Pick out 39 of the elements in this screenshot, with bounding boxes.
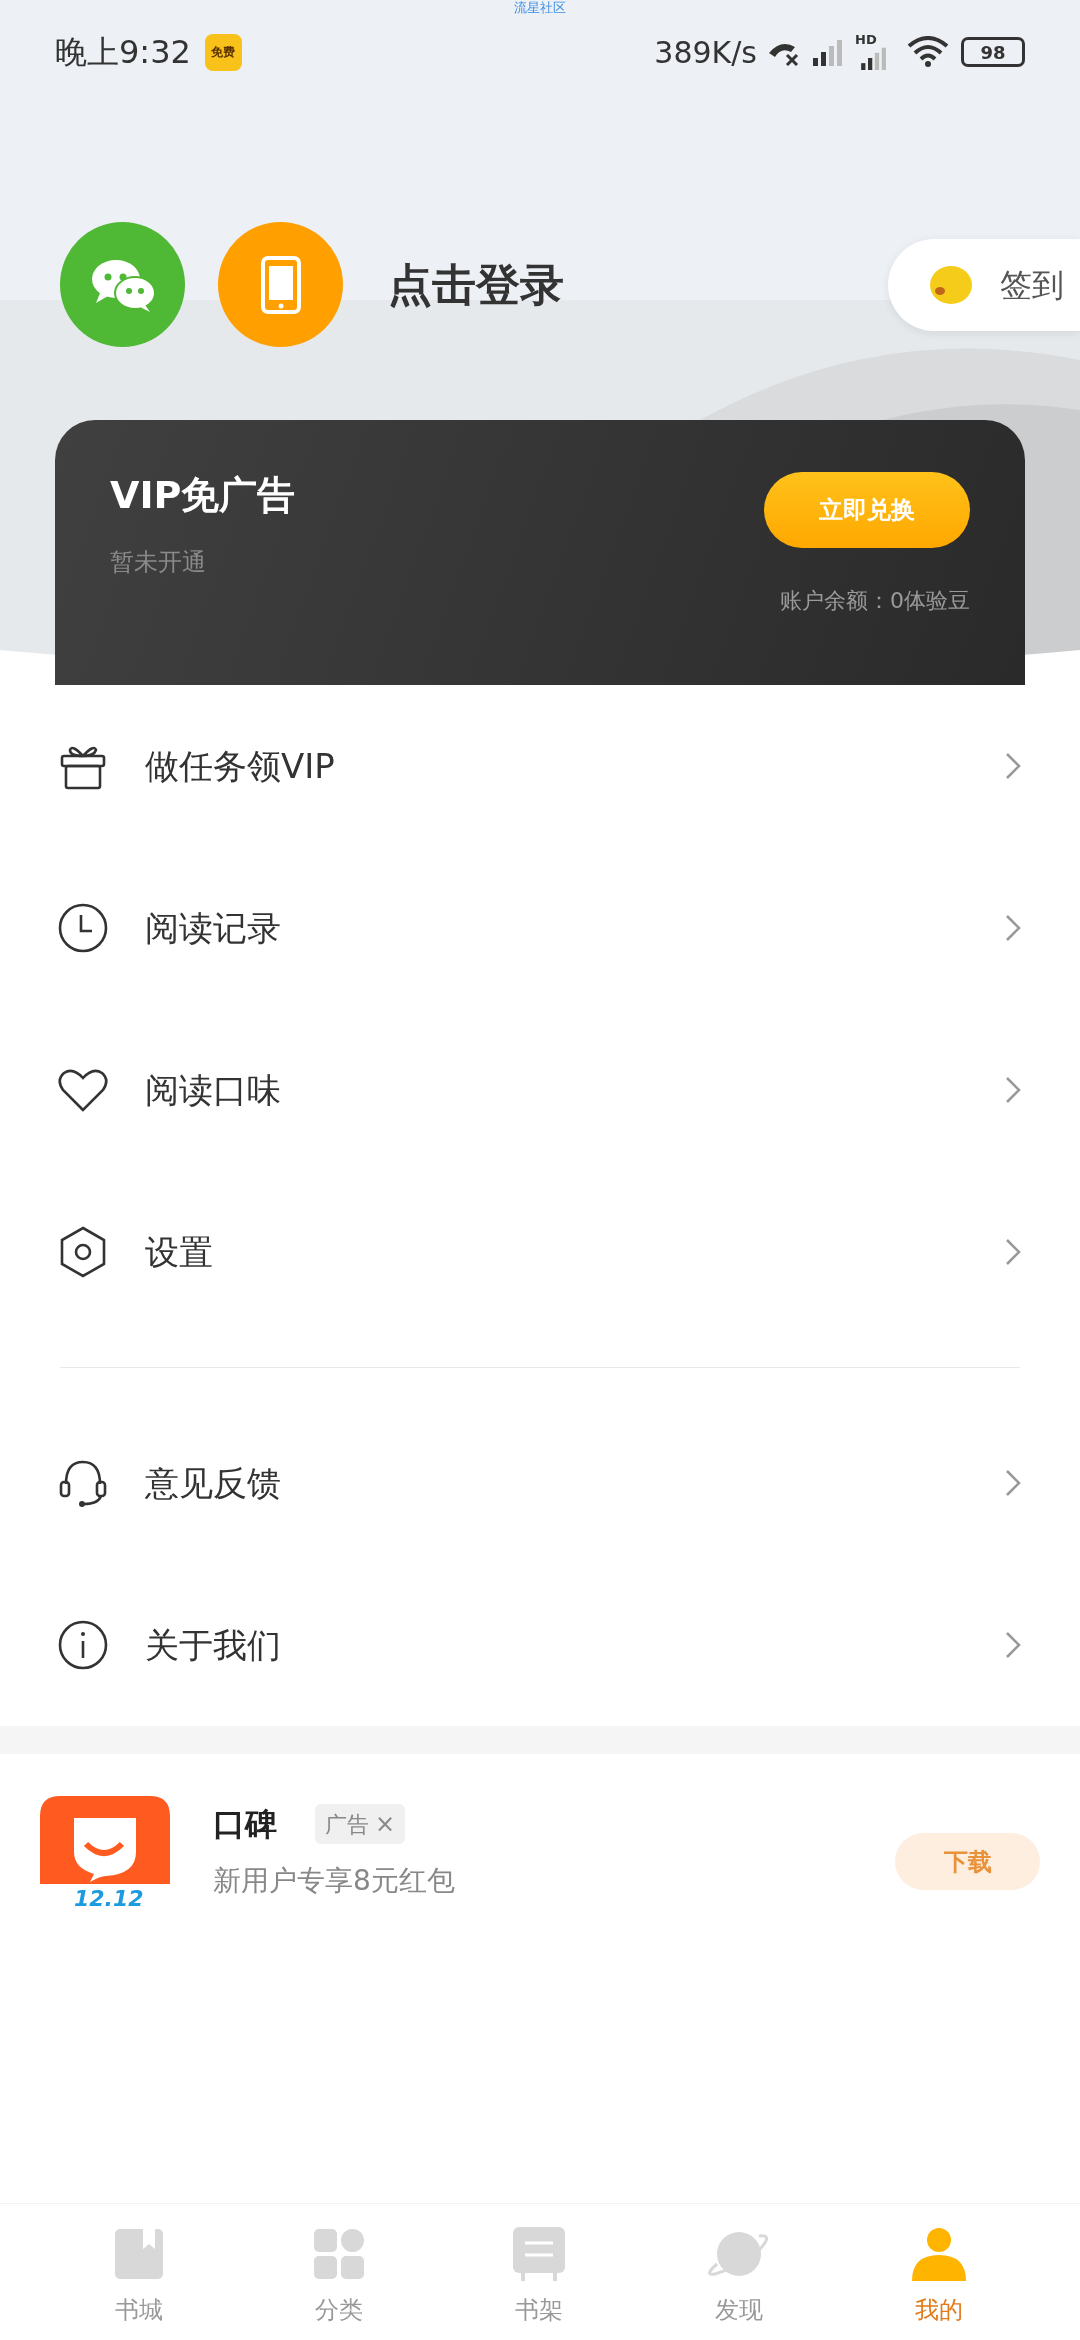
- heart-icon: [58, 1068, 108, 1112]
- chevron-right-icon: [1004, 1237, 1022, 1267]
- clock-icon: [58, 903, 108, 953]
- settings-icon: [58, 1226, 108, 1278]
- headset-icon: [58, 1458, 108, 1508]
- network-speed: 389K/s: [654, 33, 757, 72]
- menu-item[interactable]: 阅读记录: [0, 847, 1080, 1009]
- vip-title: VIP免广告: [110, 472, 297, 519]
- book-icon: [115, 2229, 163, 2279]
- account-balance: 账户余额：0体验豆: [780, 587, 970, 615]
- menu-item[interactable]: 做任务领VIP: [0, 685, 1080, 847]
- phone-icon: [260, 255, 301, 314]
- shelf-icon: [513, 2227, 565, 2281]
- ad-tag: 广告 ×: [315, 1804, 406, 1844]
- signal-icon: [813, 38, 843, 66]
- person-icon: [912, 2227, 966, 2281]
- signal-icon: [859, 46, 889, 70]
- carrier-label: 流星社区: [514, 0, 566, 17]
- chevron-right-icon: [1004, 913, 1022, 943]
- menu-item[interactable]: 意见反馈: [0, 1402, 1080, 1564]
- info-icon: [58, 1620, 108, 1670]
- chevron-right-icon: [1004, 1630, 1022, 1660]
- login-link[interactable]: 点击登录: [388, 251, 564, 318]
- battery-indicator: 98: [961, 37, 1025, 67]
- status-time: 晚上9:32: [55, 32, 191, 73]
- ad-description: 新用户专享8元红包: [213, 1863, 456, 1899]
- menu-item[interactable]: 关于我们: [0, 1564, 1080, 1726]
- network-label: HD: [855, 31, 877, 49]
- app-name: 口碑: [213, 1804, 277, 1845]
- icon-caption: 12.12: [74, 1886, 144, 1912]
- checkin-button[interactable]: 签到: [888, 238, 1080, 331]
- chevron-right-icon: [1004, 751, 1022, 781]
- wifi-icon: [907, 36, 949, 68]
- chevron-right-icon: [1004, 1075, 1022, 1105]
- menu-item[interactable]: 阅读口味: [0, 1009, 1080, 1171]
- chevron-right-icon: [1004, 1468, 1022, 1498]
- grid-icon: [314, 2229, 364, 2279]
- menu-item[interactable]: 设置: [0, 1171, 1080, 1333]
- vip-status: 暂未开通: [110, 547, 207, 578]
